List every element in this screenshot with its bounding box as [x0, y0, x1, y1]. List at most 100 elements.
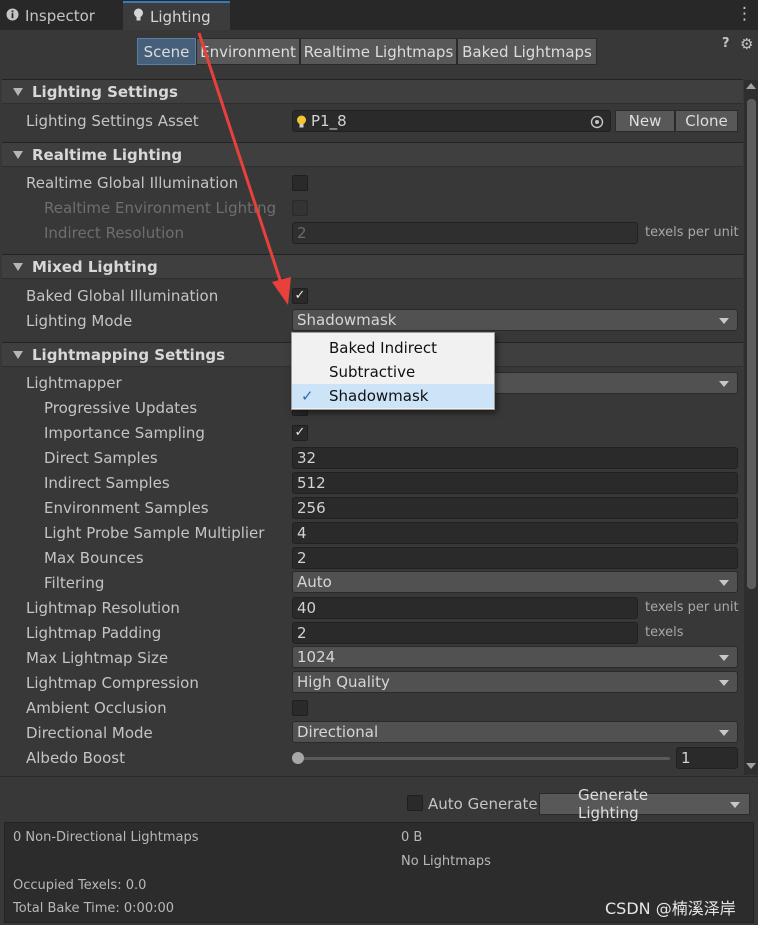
more-options-icon[interactable]: ⋮: [736, 4, 753, 24]
ambient-occlusion-checkbox[interactable]: [292, 700, 308, 716]
direct-samples-label: Direct Samples: [44, 449, 158, 467]
filtering-dropdown[interactable]: Auto: [292, 571, 738, 593]
realtime-env-lighting-checkbox[interactable]: [292, 200, 308, 216]
realtime-gi-label: Realtime Global Illumination: [26, 174, 239, 192]
light-probe-multiplier-label: Light Probe Sample Multiplier: [44, 524, 265, 542]
lighting-mode-label: Lighting Mode: [26, 312, 133, 330]
occupied-texels: Occupied Texels: 0.0: [13, 878, 147, 893]
filtering-value: Auto: [297, 573, 332, 591]
max-lightmap-size-dropdown[interactable]: 1024: [292, 646, 738, 668]
baked-gi-checkbox[interactable]: ✓: [292, 288, 308, 304]
realtime-gi-checkbox[interactable]: [292, 175, 308, 191]
subtab-environment[interactable]: Environment: [196, 38, 300, 65]
directional-mode-value: Directional: [297, 723, 379, 741]
scroll-up-arrow-icon[interactable]: [746, 83, 756, 89]
section-title: Lightmapping Settings: [32, 345, 226, 364]
directional-mode-label: Directional Mode: [26, 724, 153, 742]
directional-mode-dropdown[interactable]: Directional: [292, 721, 738, 743]
total-bake-time: Total Bake Time: 0:00:00: [13, 901, 175, 916]
menu-item-shadowmask[interactable]: ✓ Shadowmask: [292, 384, 494, 408]
help-icon[interactable]: ?: [722, 36, 736, 54]
subtab-realtime-lightmaps[interactable]: Realtime Lightmaps: [300, 38, 457, 65]
ambient-occlusion-label: Ambient Occlusion: [26, 699, 167, 717]
dropdown-arrow-icon: [719, 680, 729, 686]
menu-item-shadowmask-label: Shadowmask: [329, 387, 429, 405]
lightmap-resolution-field[interactable]: 40: [292, 597, 638, 619]
tab-lighting[interactable]: Lighting: [123, 1, 230, 30]
clone-button[interactable]: Clone: [675, 110, 738, 132]
albedo-boost-field[interactable]: 1: [676, 747, 738, 769]
section-title: Realtime Lighting: [32, 145, 183, 164]
max-bounces-label: Max Bounces: [44, 549, 144, 567]
menu-item-baked-indirect[interactable]: Baked Indirect: [292, 336, 494, 360]
environment-samples-field[interactable]: 256: [292, 497, 738, 519]
scrollbar-thumb[interactable]: [747, 99, 756, 589]
lightmap-padding-label: Lightmap Padding: [26, 624, 162, 642]
lighting-asset-icon: [296, 114, 307, 134]
gear-icon[interactable]: ⚙: [740, 35, 756, 53]
auto-generate-label: Auto Generate: [428, 795, 538, 813]
light-probe-multiplier-field[interactable]: 4: [292, 522, 738, 544]
foldout-triangle-icon: [13, 350, 23, 359]
asset-value: P1_8: [311, 112, 347, 130]
foldout-triangle-icon: [13, 262, 23, 271]
baked-gi-label: Baked Global Illumination: [26, 287, 219, 305]
section-mixed-lighting[interactable]: Mixed Lighting: [2, 254, 743, 279]
subtab-baked-lightmaps[interactable]: Baked Lightmaps: [457, 38, 597, 65]
section-title: Mixed Lighting: [32, 257, 158, 276]
dropdown-arrow-icon: [719, 655, 729, 661]
lighting-settings-asset-label: Lighting Settings Asset: [26, 112, 199, 130]
indirect-samples-field[interactable]: 512: [292, 472, 738, 494]
lightmap-resolution-label: Lightmap Resolution: [26, 599, 180, 617]
filtering-label: Filtering: [44, 574, 105, 592]
lightmap-padding-field[interactable]: 2: [292, 622, 638, 644]
tab-inspector-label: Inspector: [25, 6, 95, 25]
indirect-resolution-label: Indirect Resolution: [44, 224, 184, 242]
lighting-mode-dropdown[interactable]: Shadowmask: [292, 309, 738, 331]
foldout-triangle-icon: [13, 150, 23, 159]
realtime-env-lighting-label: Realtime Environment Lighting: [44, 199, 277, 217]
generate-lighting-button[interactable]: Generate Lighting: [539, 786, 750, 822]
lighting-settings-asset-field[interactable]: P1_8: [292, 110, 611, 132]
environment-samples-label: Environment Samples: [44, 499, 209, 517]
indirect-resolution-unit: texels per unit: [645, 225, 739, 240]
albedo-boost-slider-thumb[interactable]: [292, 752, 304, 764]
new-button[interactable]: New: [615, 110, 675, 132]
dropdown-arrow-icon: [719, 318, 729, 324]
lightmap-compression-value: High Quality: [297, 673, 390, 691]
progressive-updates-label: Progressive Updates: [44, 399, 198, 417]
section-lighting-settings[interactable]: Lighting Settings: [2, 79, 743, 104]
foldout-triangle-icon: [13, 87, 23, 96]
indirect-samples-label: Indirect Samples: [44, 474, 170, 492]
scroll-down-arrow-icon[interactable]: [746, 763, 756, 769]
max-lightmap-size-value: 1024: [297, 648, 336, 666]
dropdown-arrow-icon[interactable]: [730, 802, 740, 808]
lightmap-compression-label: Lightmap Compression: [26, 674, 199, 692]
annotation-arrow-head: [272, 277, 291, 305]
dropdown-arrow-icon: [719, 381, 729, 387]
info-icon: [6, 7, 19, 25]
max-bounces-field[interactable]: 2: [292, 547, 738, 569]
importance-sampling-checkbox[interactable]: ✓: [292, 425, 308, 441]
dropdown-arrow-icon: [719, 730, 729, 736]
subtab-scene[interactable]: Scene: [137, 38, 196, 65]
object-picker-icon[interactable]: [590, 114, 604, 134]
section-realtime-lighting[interactable]: Realtime Lighting: [2, 142, 743, 167]
tab-lighting-label: Lighting: [150, 7, 211, 26]
albedo-boost-slider-track[interactable]: [298, 757, 670, 760]
menu-item-subtractive[interactable]: Subtractive: [292, 360, 494, 384]
auto-generate-checkbox[interactable]: [407, 795, 423, 811]
section-title: Lighting Settings: [32, 82, 178, 101]
direct-samples-field[interactable]: 32: [292, 447, 738, 469]
indirect-resolution-field[interactable]: 2: [292, 222, 638, 244]
lightmaps-size: 0 B: [401, 830, 423, 845]
dropdown-arrow-icon: [719, 580, 729, 586]
tab-inspector[interactable]: Inspector: [6, 1, 116, 30]
no-lightmaps-text: No Lightmaps: [401, 854, 491, 869]
lightmap-compression-dropdown[interactable]: High Quality: [292, 671, 738, 693]
light-bulb-icon: [133, 8, 144, 26]
max-lightmap-size-label: Max Lightmap Size: [26, 649, 169, 667]
generate-lighting-label: Generate Lighting: [578, 786, 649, 822]
lightmap-resolution-unit: texels per unit: [645, 600, 739, 615]
lighting-mode-value: Shadowmask: [297, 311, 397, 329]
